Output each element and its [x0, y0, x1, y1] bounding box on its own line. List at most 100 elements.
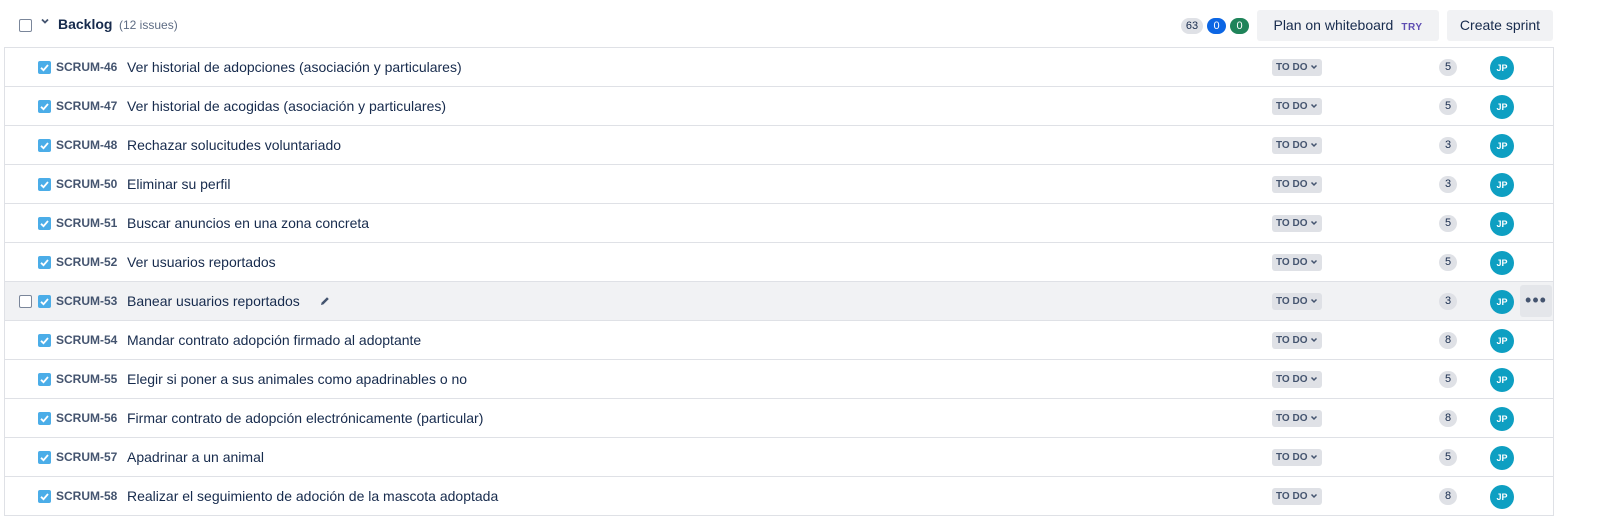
- assignee-avatar[interactable]: JP: [1490, 251, 1514, 275]
- story-points-badge[interactable]: 3: [1439, 293, 1457, 310]
- story-points-badge[interactable]: 3: [1439, 176, 1457, 193]
- status-dropdown[interactable]: TO DO: [1272, 215, 1323, 232]
- select-all-checkbox[interactable]: [19, 19, 32, 32]
- issue-count: (12 issues): [119, 18, 178, 32]
- status-dropdown[interactable]: TO DO: [1272, 98, 1323, 115]
- status-dropdown[interactable]: TO DO: [1272, 137, 1323, 154]
- issue-summary[interactable]: Firmar contrato de adopción electrónicam…: [127, 410, 483, 426]
- assignee-avatar[interactable]: JP: [1490, 173, 1514, 197]
- pencil-edit-icon[interactable]: [318, 294, 332, 308]
- backlog-title[interactable]: Backlog: [58, 16, 112, 32]
- chevron-down-icon[interactable]: [40, 16, 50, 26]
- story-type-icon: [38, 139, 51, 152]
- issue-key[interactable]: SCRUM-58: [56, 489, 117, 503]
- row-select-checkbox[interactable]: [19, 295, 32, 308]
- story-points-badge[interactable]: 5: [1439, 449, 1457, 466]
- status-label: TO DO: [1276, 452, 1308, 463]
- issue-summary[interactable]: Apadrinar a un animal: [127, 449, 264, 465]
- story-type-icon: [38, 100, 51, 113]
- story-points-badge[interactable]: 3: [1439, 137, 1457, 154]
- status-dropdown[interactable]: TO DO: [1272, 59, 1323, 76]
- chevron-down-icon: [1311, 494, 1318, 499]
- status-dropdown[interactable]: TO DO: [1272, 488, 1323, 505]
- chevron-down-icon: [1311, 455, 1318, 460]
- assignee-avatar[interactable]: JP: [1490, 290, 1514, 314]
- issue-row[interactable]: SCRUM-57 Apadrinar a un animal TO DO 5 JP: [5, 438, 1553, 477]
- issue-row[interactable]: SCRUM-48 Rechazar solucitudes voluntariad…: [5, 126, 1553, 165]
- plan-on-whiteboard-button[interactable]: Plan on whiteboard TRY: [1257, 10, 1439, 41]
- status-label: TO DO: [1276, 62, 1308, 73]
- story-points-badge[interactable]: 5: [1439, 254, 1457, 271]
- issue-key[interactable]: SCRUM-53: [56, 294, 117, 308]
- issue-row[interactable]: SCRUM-56 Firmar contrato de adopción elec…: [5, 399, 1553, 438]
- issue-summary[interactable]: Ver usuarios reportados: [127, 254, 276, 270]
- issue-summary[interactable]: Eliminar su perfil: [127, 176, 230, 192]
- issue-key[interactable]: SCRUM-55: [56, 372, 117, 386]
- story-points-badge[interactable]: 5: [1439, 371, 1457, 388]
- story-type-icon: [38, 490, 51, 503]
- done-points-badge: 0: [1230, 18, 1249, 34]
- issue-summary[interactable]: Realizar el seguimiento de adoción de la…: [127, 488, 498, 504]
- status-label: TO DO: [1276, 140, 1308, 151]
- issue-key[interactable]: SCRUM-54: [56, 333, 117, 347]
- assignee-avatar[interactable]: JP: [1490, 56, 1514, 80]
- issue-row[interactable]: SCRUM-46 Ver historial de adopciones (aso…: [5, 48, 1553, 87]
- assignee-avatar[interactable]: JP: [1490, 407, 1514, 431]
- status-dropdown[interactable]: TO DO: [1272, 449, 1323, 466]
- issue-row[interactable]: SCRUM-55 Elegir si poner a sus animales c…: [5, 360, 1553, 399]
- issue-row[interactable]: SCRUM-47 Ver historial de acogidas (asoci…: [5, 87, 1553, 126]
- chevron-down-icon: [1311, 299, 1318, 304]
- status-dropdown[interactable]: TO DO: [1272, 254, 1323, 271]
- status-dropdown[interactable]: TO DO: [1272, 410, 1323, 427]
- assignee-avatar[interactable]: JP: [1490, 329, 1514, 353]
- issue-summary[interactable]: Mandar contrato adopción firmado al adop…: [127, 332, 421, 348]
- issue-key[interactable]: SCRUM-48: [56, 138, 117, 152]
- issue-row[interactable]: SCRUM-51 Buscar anuncios en una zona conc…: [5, 204, 1553, 243]
- issue-key[interactable]: SCRUM-46: [56, 60, 117, 74]
- issue-row[interactable]: SCRUM-50 Eliminar su perfil TO DO 3 JP: [5, 165, 1553, 204]
- issue-summary[interactable]: Elegir si poner a sus animales como apad…: [127, 371, 467, 387]
- story-points-badge[interactable]: 8: [1439, 332, 1457, 349]
- issue-row[interactable]: SCRUM-54 Mandar contrato adopción firmado…: [5, 321, 1553, 360]
- status-dropdown[interactable]: TO DO: [1272, 176, 1323, 193]
- issue-summary[interactable]: Ver historial de adopciones (asociación …: [127, 59, 462, 75]
- issue-key[interactable]: SCRUM-56: [56, 411, 117, 425]
- assignee-avatar[interactable]: JP: [1490, 134, 1514, 158]
- issue-summary[interactable]: Buscar anuncios en una zona concreta: [127, 215, 369, 231]
- assignee-avatar[interactable]: JP: [1490, 212, 1514, 236]
- issue-summary[interactable]: Banear usuarios reportados: [127, 293, 300, 309]
- story-points-badge[interactable]: 8: [1439, 488, 1457, 505]
- issue-key[interactable]: SCRUM-52: [56, 255, 117, 269]
- chevron-down-icon: [1311, 221, 1318, 226]
- issue-row[interactable]: SCRUM-53 Banear usuarios reportados TO DO 3…: [5, 282, 1553, 321]
- story-type-icon: [38, 61, 51, 74]
- more-actions-button[interactable]: •••: [1520, 285, 1552, 317]
- story-points-badge[interactable]: 5: [1439, 215, 1457, 232]
- issue-summary[interactable]: Ver historial de acogidas (asociación y …: [127, 98, 446, 114]
- issue-key[interactable]: SCRUM-47: [56, 99, 117, 113]
- story-type-icon: [38, 412, 51, 425]
- issue-key[interactable]: SCRUM-51: [56, 216, 117, 230]
- story-type-icon: [38, 451, 51, 464]
- story-points-badge[interactable]: 5: [1439, 98, 1457, 115]
- assignee-avatar[interactable]: JP: [1490, 485, 1514, 509]
- story-points-badge[interactable]: 8: [1439, 410, 1457, 427]
- issue-key[interactable]: SCRUM-50: [56, 177, 117, 191]
- chevron-down-icon: [1311, 143, 1318, 148]
- assignee-avatar[interactable]: JP: [1490, 95, 1514, 119]
- issue-summary[interactable]: Rechazar solucitudes voluntariado: [127, 137, 341, 153]
- status-dropdown[interactable]: TO DO: [1272, 293, 1323, 310]
- story-type-icon: [38, 373, 51, 386]
- issue-key[interactable]: SCRUM-57: [56, 450, 117, 464]
- story-points-badge[interactable]: 5: [1439, 59, 1457, 76]
- status-dropdown[interactable]: TO DO: [1272, 332, 1323, 349]
- issue-row[interactable]: SCRUM-58 Realizar el seguimiento de adoci…: [5, 477, 1553, 516]
- assignee-avatar[interactable]: JP: [1490, 368, 1514, 392]
- create-sprint-button[interactable]: Create sprint: [1447, 10, 1553, 41]
- story-type-icon: [38, 295, 51, 308]
- issue-row[interactable]: SCRUM-52 Ver usuarios reportados TO DO 5 JP: [5, 243, 1553, 282]
- backlog-header: Backlog (12 issues) 63 0 0 Plan on white…: [0, 0, 1609, 50]
- status-dropdown[interactable]: TO DO: [1272, 371, 1323, 388]
- status-label: TO DO: [1276, 257, 1308, 268]
- assignee-avatar[interactable]: JP: [1490, 446, 1514, 470]
